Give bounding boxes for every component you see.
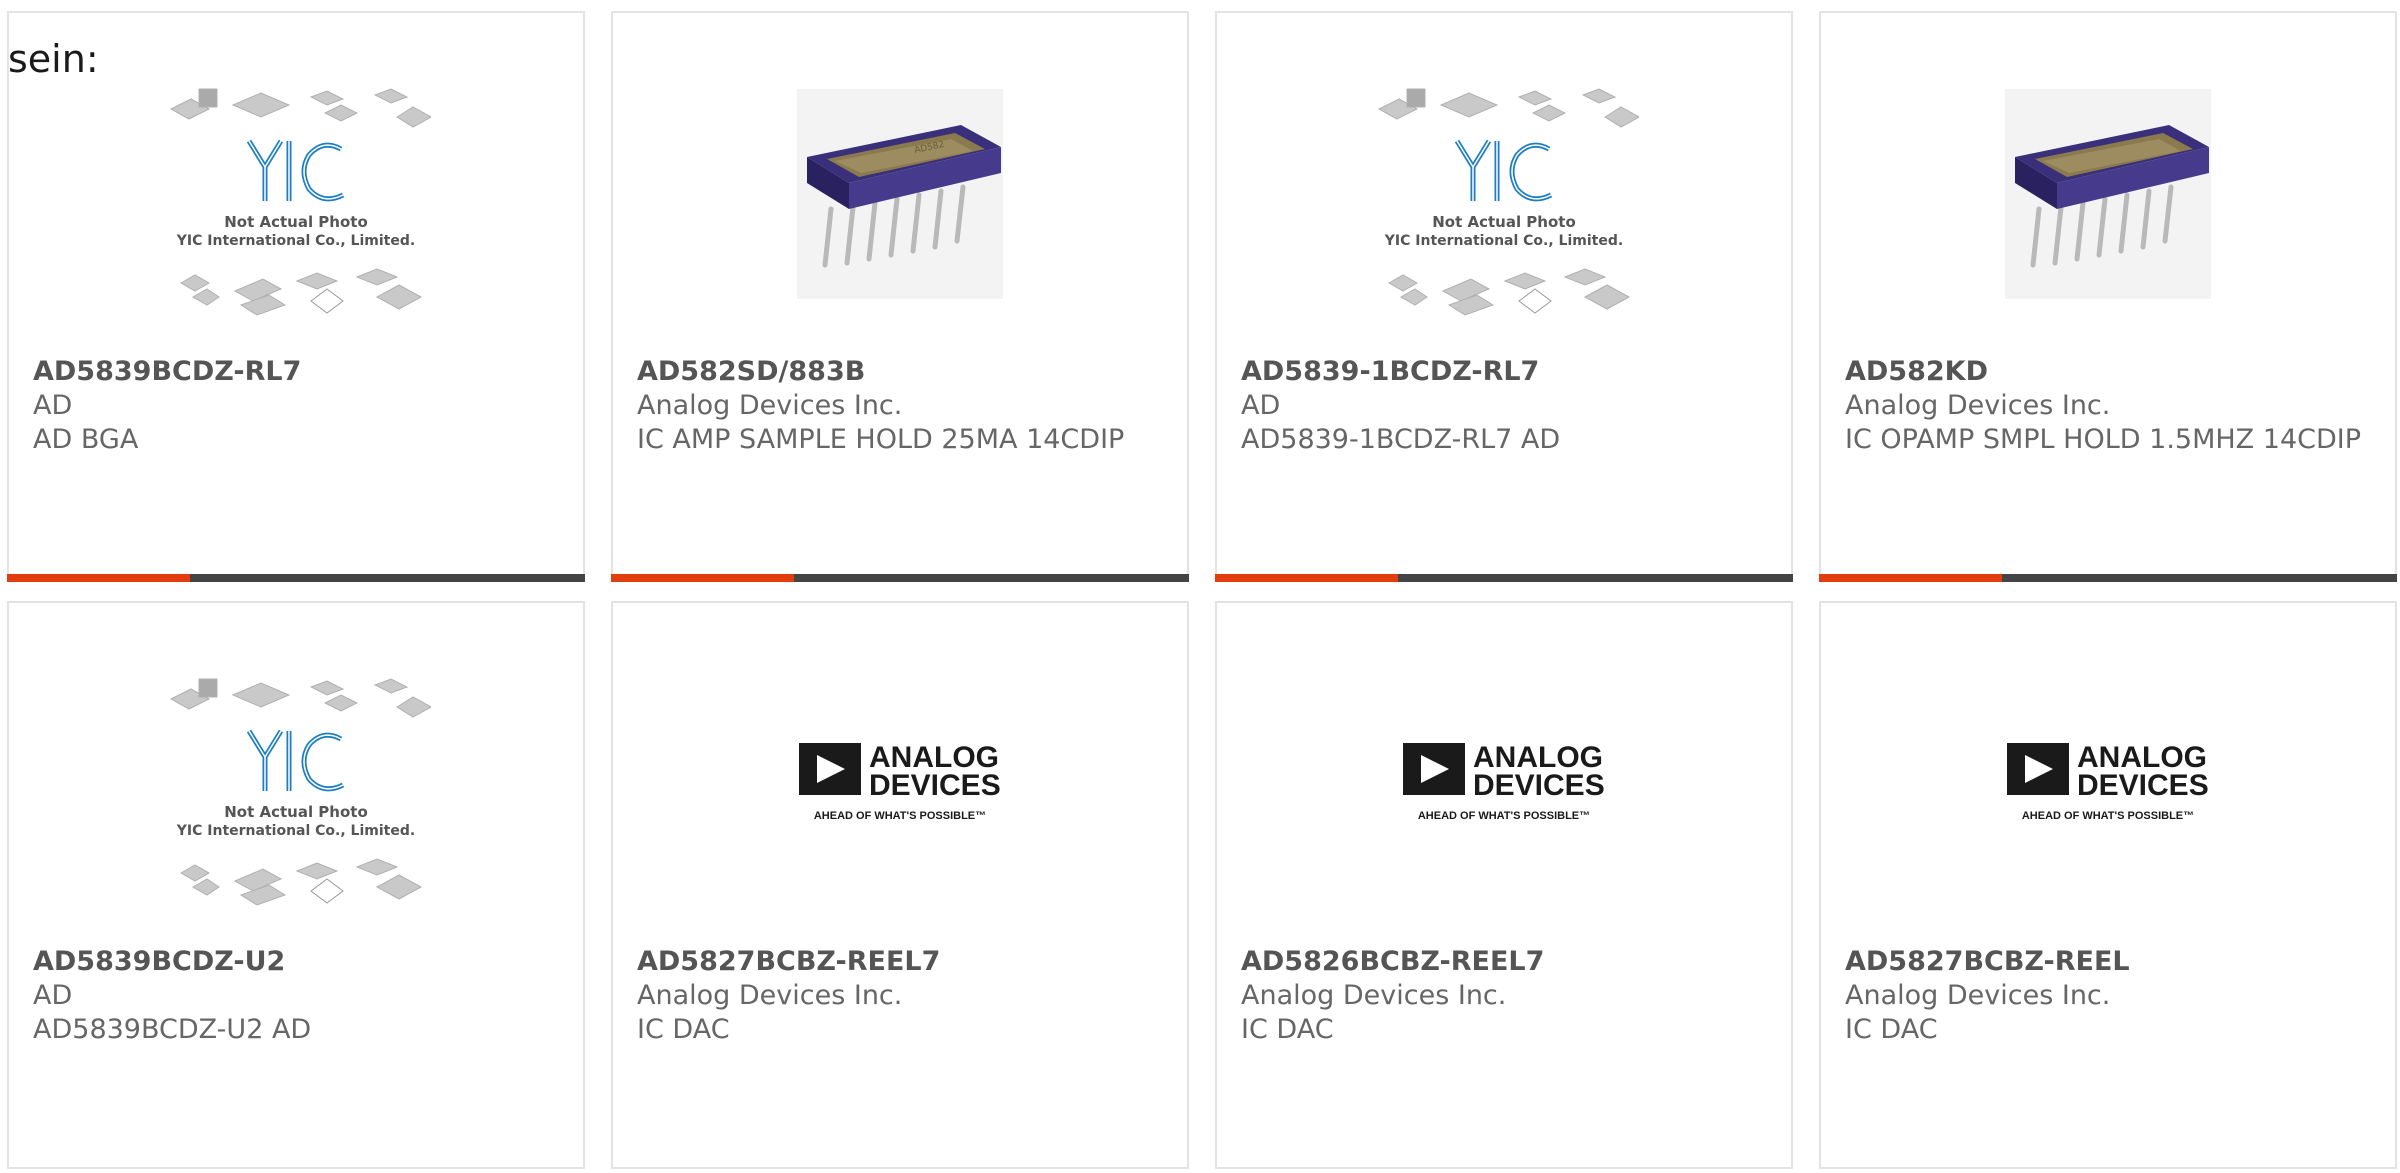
product-image-dip-chip: AD582 (765, 69, 1035, 349)
manufacturer: AD (33, 980, 73, 1011)
manufacturer: Analog Devices Inc. (1845, 980, 2111, 1011)
product-image-yic-placeholder: Not Actual Photo YIC International Co., … (161, 659, 431, 939)
logo-line2: DEVICES (1473, 769, 1605, 802)
product-card[interactable]: AD582 AD582SD/883B Analog Devices Inc. I… (611, 11, 1189, 582)
product-card[interactable]: Not Actual Photo YIC International Co., … (1215, 11, 1793, 582)
manufacturer: Analog Devices Inc. (637, 980, 903, 1011)
part-number-link[interactable]: AD5826BCBZ-REEL7 (1241, 945, 1767, 979)
product-image-yic-placeholder: Not Actual Photo YIC International Co., … (161, 69, 431, 349)
yic-caption-line1: Not Actual Photo (224, 213, 368, 231)
product-image-analog-devices-logo: ANALOG DEVICES AHEAD OF WHAT'S POSSIBLE™ (765, 659, 1035, 939)
product-card[interactable]: Not Actual Photo YIC International Co., … (7, 11, 585, 582)
part-number-link[interactable]: AD5839BCDZ-U2 (33, 945, 559, 979)
logo-line2: DEVICES (869, 769, 1001, 802)
description: IC DAC (637, 1014, 730, 1045)
part-number-link[interactable]: AD5827BCBZ-REEL7 (637, 945, 1163, 979)
product-info: AD5826BCBZ-REEL7 Analog Devices Inc. IC … (1241, 945, 1767, 1047)
part-number-link[interactable]: AD582SD/883B (637, 355, 1163, 389)
product-info: AD5827BCBZ-REEL7 Analog Devices Inc. IC … (637, 945, 1163, 1047)
card-accent-bar (7, 574, 585, 582)
product-card[interactable]: Not Actual Photo YIC International Co., … (7, 601, 585, 1169)
part-number-link[interactable]: AD5839-1BCDZ-RL7 (1241, 355, 1767, 389)
card-accent-bar-highlight (1819, 574, 2002, 582)
product-card[interactable]: ANALOG DEVICES AHEAD OF WHAT'S POSSIBLE™… (611, 601, 1189, 1169)
yic-caption-line1: Not Actual Photo (224, 803, 368, 821)
product-image-yic-placeholder: Not Actual Photo YIC International Co., … (1369, 69, 1639, 349)
manufacturer: Analog Devices Inc. (637, 390, 903, 421)
logo-tagline: AHEAD OF WHAT'S POSSIBLE™ (2022, 810, 2194, 822)
card-accent-bar (1819, 574, 2397, 582)
yic-caption-line2: YIC International Co., Limited. (1384, 233, 1623, 249)
manufacturer: Analog Devices Inc. (1241, 980, 1507, 1011)
product-card[interactable]: AD582KD Analog Devices Inc. IC OPAMP SMP… (1819, 11, 2397, 582)
logo-tagline: AHEAD OF WHAT'S POSSIBLE™ (814, 810, 986, 822)
product-info: AD582SD/883B Analog Devices Inc. IC AMP … (637, 355, 1163, 457)
yic-caption-line2: YIC International Co., Limited. (176, 233, 415, 249)
yic-caption-line1: Not Actual Photo (1432, 213, 1576, 231)
logo-line2: DEVICES (2077, 769, 2209, 802)
intro-text: sein: (8, 37, 99, 81)
product-info: AD582KD Analog Devices Inc. IC OPAMP SMP… (1845, 355, 2371, 457)
description: AD BGA (33, 424, 139, 455)
manufacturer: AD (1241, 390, 1281, 421)
product-info: AD5839BCDZ-U2 AD AD5839BCDZ-U2 AD (33, 945, 559, 1047)
manufacturer: Analog Devices Inc. (1845, 390, 2111, 421)
description: AD5839-1BCDZ-RL7 AD (1241, 424, 1561, 455)
product-info: AD5827BCBZ-REEL Analog Devices Inc. IC D… (1845, 945, 2371, 1047)
part-number-link[interactable]: AD582KD (1845, 355, 2371, 389)
description: IC OPAMP SMPL HOLD 1.5MHZ 14CDIP (1845, 424, 2362, 455)
yic-caption-line2: YIC International Co., Limited. (176, 823, 415, 839)
card-accent-bar-highlight (7, 574, 190, 582)
part-number-link[interactable]: AD5827BCBZ-REEL (1845, 945, 2371, 979)
description: IC DAC (1241, 1014, 1334, 1045)
description: IC AMP SAMPLE HOLD 25MA 14CDIP (637, 424, 1125, 455)
description: AD5839BCDZ-U2 AD (33, 1014, 312, 1045)
card-accent-bar-highlight (611, 574, 794, 582)
product-info: AD5839-1BCDZ-RL7 AD AD5839-1BCDZ-RL7 AD (1241, 355, 1767, 457)
logo-tagline: AHEAD OF WHAT'S POSSIBLE™ (1418, 810, 1590, 822)
card-accent-bar (611, 574, 1189, 582)
product-card[interactable]: ANALOG DEVICES AHEAD OF WHAT'S POSSIBLE™… (1215, 601, 1793, 1169)
manufacturer: AD (33, 390, 73, 421)
part-number-link[interactable]: AD5839BCDZ-RL7 (33, 355, 559, 389)
card-accent-bar-highlight (1215, 574, 1398, 582)
product-grid: Not Actual Photo YIC International Co., … (7, 11, 2400, 1173)
product-image-analog-devices-logo: ANALOG DEVICES AHEAD OF WHAT'S POSSIBLE™ (1973, 659, 2243, 939)
product-card[interactable]: ANALOG DEVICES AHEAD OF WHAT'S POSSIBLE™… (1819, 601, 2397, 1169)
product-image-analog-devices-logo: ANALOG DEVICES AHEAD OF WHAT'S POSSIBLE™ (1369, 659, 1639, 939)
description: IC DAC (1845, 1014, 1938, 1045)
card-accent-bar (1215, 574, 1793, 582)
product-image-dip-chip (1973, 69, 2243, 349)
product-info: AD5839BCDZ-RL7 AD AD BGA (33, 355, 559, 457)
